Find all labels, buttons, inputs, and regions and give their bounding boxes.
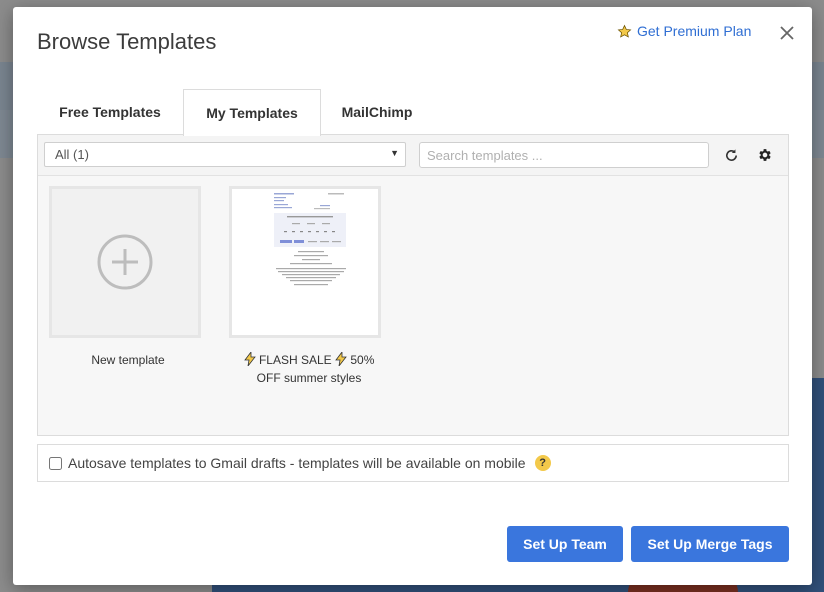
templates-panel: All (1) ▼ New template (37, 134, 789, 436)
plus-circle-icon (97, 234, 153, 290)
template-tabs: Free Templates My Templates MailChimp (37, 89, 789, 136)
dialog-title: Browse Templates (37, 29, 217, 54)
tab-mailchimp[interactable]: MailChimp (319, 89, 435, 134)
new-template-card[interactable] (49, 186, 201, 338)
template-name-part: OFF summer styles (256, 371, 362, 385)
new-template-label: New template (91, 353, 165, 367)
tab-free-templates[interactable]: Free Templates (37, 89, 183, 134)
tab-my-templates[interactable]: My Templates (183, 89, 321, 136)
template-card[interactable] (229, 186, 381, 338)
browse-templates-dialog: Browse Templates Get Premium Plan Free T… (13, 7, 812, 585)
close-icon[interactable] (777, 23, 797, 43)
filter-select[interactable]: All (1) ▼ (44, 142, 406, 167)
chevron-down-icon: ▼ (390, 148, 399, 158)
template-name-part: FLASH SALE (258, 353, 332, 367)
backdrop-banner (812, 378, 824, 592)
autosave-checkbox[interactable] (49, 456, 62, 470)
filter-select-value: All (1) (55, 147, 89, 162)
gear-icon[interactable] (756, 146, 774, 164)
autosave-row: Autosave templates to Gmail drafts - tem… (37, 444, 789, 482)
get-premium-link[interactable]: Get Premium Plan (617, 23, 751, 39)
lightning-icon (243, 350, 259, 367)
star-icon (617, 24, 632, 38)
templates-toolbar: All (1) ▼ (38, 135, 788, 176)
set-up-merge-tags-button[interactable]: Set Up Merge Tags (631, 526, 789, 562)
template-thumbnail (274, 193, 346, 286)
lightning-icon (335, 350, 350, 367)
help-icon[interactable]: ? (534, 455, 551, 471)
autosave-label: Autosave templates to Gmail drafts - tem… (68, 455, 526, 471)
premium-label: Get Premium Plan (637, 23, 752, 39)
refresh-icon[interactable] (722, 146, 740, 164)
search-input[interactable] (419, 142, 709, 168)
set-up-team-button[interactable]: Set Up Team (507, 526, 623, 562)
template-name-part: 50% (350, 353, 375, 367)
template-label: FLASH SALE 50% OFF summer styles (219, 350, 399, 387)
